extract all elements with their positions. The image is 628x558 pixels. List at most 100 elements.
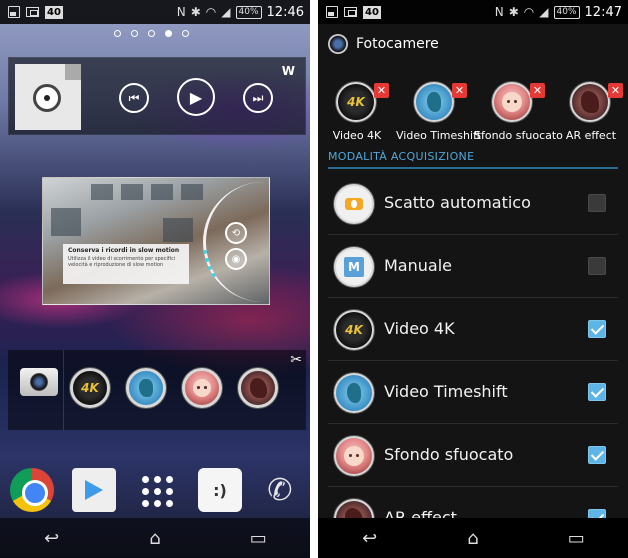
- play-store-icon[interactable]: [72, 468, 116, 512]
- dinosaur-icon: [570, 82, 610, 122]
- list-item-label: Manuale: [384, 256, 452, 275]
- album-corner: [65, 64, 81, 80]
- walkman-logo-icon: W: [281, 64, 295, 78]
- camera-settings-screen: 40 N ✱ ◠ ◢ 40% 12:47 Fotocamere 4K ✕ Vid…: [318, 0, 628, 558]
- home-button[interactable]: ⌂: [130, 528, 180, 549]
- wifi-icon: ◠: [523, 5, 535, 19]
- auto-camera-icon: [334, 184, 374, 224]
- navigation-bar: ↩ ⌂ ▭: [318, 518, 628, 558]
- app-drawer-button[interactable]: [134, 468, 178, 512]
- play-button[interactable]: ▶: [177, 78, 215, 116]
- list-item-manuale[interactable]: M Manuale: [328, 235, 618, 298]
- screenshot-divider: [310, 0, 318, 558]
- status-bar: 40 N ✱ ◠ ◢ 40% 12:47: [318, 0, 628, 24]
- camera-app-icon: [328, 34, 348, 54]
- window-shape: [181, 184, 203, 200]
- battery-indicator: 40%: [235, 5, 262, 19]
- face-icon: [492, 82, 532, 122]
- bluetooth-icon: ✱: [190, 5, 201, 19]
- back-button[interactable]: ↩: [27, 528, 77, 549]
- list-item-sfondo-sfuocato[interactable]: Sfondo sfuocato: [328, 424, 618, 487]
- page-indicator: [114, 30, 189, 37]
- list-item-video-timeshift[interactable]: Video Timeshift: [328, 361, 618, 424]
- manual-letter: M: [344, 257, 364, 277]
- mode-4k-button[interactable]: 4K: [70, 368, 110, 408]
- screen-mirror-icon: [344, 7, 357, 17]
- dino-shape: [581, 91, 599, 113]
- divider: [63, 350, 64, 430]
- page-dot: [148, 30, 155, 37]
- hummingbird-icon: [139, 378, 153, 398]
- camera-glyph: [345, 197, 363, 211]
- camera-preview-thumbnail[interactable]: Conserva i ricordi in slow motion Utiliz…: [42, 177, 270, 305]
- section-header: MODALITÀ ACQUISIZIONE: [328, 150, 618, 169]
- hummingbird-icon: [414, 82, 454, 122]
- status-bar: 40 N ✱ ◠ ◢ 40% 12:46: [0, 0, 310, 24]
- page-dot: [114, 30, 121, 37]
- list-item-scatto-automatico[interactable]: Scatto automatico: [328, 172, 618, 235]
- tip-text: Utilizza il video di scorrimento per spe…: [68, 256, 176, 268]
- clock: 12:46: [266, 4, 304, 20]
- remove-icon[interactable]: ✕: [374, 83, 389, 98]
- list-item-label: Video 4K: [384, 319, 455, 338]
- camera-app-button[interactable]: [16, 358, 62, 404]
- list-item-label: Video Timeshift: [384, 382, 508, 401]
- 4k-text: 4K: [347, 95, 365, 109]
- home-screen: 40 N ✱ ◠ ◢ 40% 12:46 ⏮ ▶ ⏭ W Conserva i …: [0, 0, 310, 558]
- page-dot-active: [165, 30, 172, 37]
- capture-mode-list: Scatto automatico M Manuale 4K Video 4K …: [328, 172, 618, 550]
- page-dot: [131, 30, 138, 37]
- signal-icon: ◢: [221, 5, 231, 19]
- home-button[interactable]: ⌂: [448, 528, 498, 549]
- checkbox[interactable]: [588, 446, 606, 464]
- 4k-text: 4K: [345, 323, 363, 337]
- manual-icon: M: [334, 247, 374, 287]
- checkbox[interactable]: [588, 194, 606, 212]
- back-button[interactable]: ↩: [345, 528, 395, 549]
- remove-icon[interactable]: ✕: [530, 83, 545, 98]
- switch-camera-icon: ⟲: [225, 222, 247, 244]
- messaging-icon[interactable]: :): [198, 468, 242, 512]
- face-icon: [192, 378, 212, 398]
- album-art[interactable]: [15, 64, 81, 130]
- screen-mirror-icon: [26, 7, 39, 17]
- checkbox[interactable]: [588, 383, 606, 401]
- tip-card: Conserva i ricordi in slow motion Utiliz…: [63, 244, 189, 284]
- edit-tools-icon[interactable]: ✂: [290, 352, 302, 368]
- grid-icon: [134, 468, 178, 515]
- phone-icon[interactable]: ✆: [258, 468, 302, 512]
- remove-icon[interactable]: ✕: [452, 83, 467, 98]
- notification-badge: 40: [45, 5, 63, 19]
- recents-button[interactable]: ▭: [233, 528, 283, 549]
- face-shape: [502, 92, 522, 112]
- gallery-notification-icon: [326, 6, 338, 18]
- recents-button[interactable]: ▭: [551, 528, 601, 549]
- 4k-icon: 4K: [81, 381, 99, 395]
- record-icon: ◉: [225, 248, 247, 270]
- wifi-icon: ◠: [205, 5, 217, 19]
- mode-timeshift-button[interactable]: [126, 368, 166, 408]
- remove-icon[interactable]: ✕: [608, 83, 623, 98]
- camera-lens-icon: [30, 373, 48, 391]
- checkbox[interactable]: [588, 257, 606, 275]
- next-track-button[interactable]: ⏭: [243, 83, 273, 113]
- bird-shape: [426, 92, 442, 112]
- bluetooth-icon: ✱: [508, 5, 519, 19]
- notification-badge: 40: [363, 5, 381, 19]
- bird-shape: [346, 383, 362, 403]
- camera-widget: 4K: [8, 350, 306, 430]
- dock: :) ✆: [0, 462, 310, 518]
- nfc-icon: N: [176, 5, 186, 19]
- mode-ar-effect-button[interactable]: [238, 368, 278, 408]
- mode-background-defocus-button[interactable]: [182, 368, 222, 408]
- checkbox[interactable]: [588, 320, 606, 338]
- gallery-notification-icon: [8, 6, 20, 18]
- chip-label: AR effect: [565, 129, 617, 142]
- clock: 12:47: [584, 4, 622, 20]
- previous-track-button[interactable]: ⏮: [119, 83, 149, 113]
- list-item-video-4k[interactable]: 4K Video 4K: [328, 298, 618, 361]
- chrome-icon[interactable]: [10, 468, 54, 512]
- selected-modes: 4K ✕ Video 4K ✕ Video Timeshift ✕ Sfondo…: [318, 82, 628, 144]
- page-dot: [182, 30, 189, 37]
- tip-title: Conserva i ricordi in slow motion: [68, 247, 180, 254]
